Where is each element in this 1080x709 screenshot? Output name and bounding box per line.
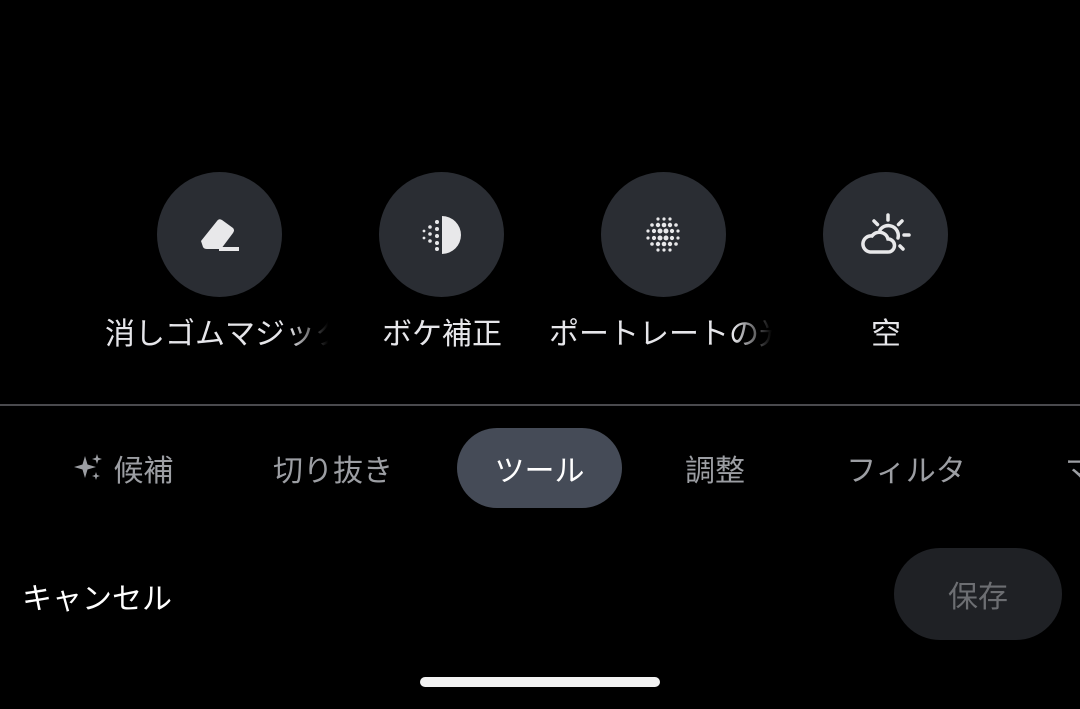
tab-adjust[interactable]: 調整 bbox=[670, 428, 760, 508]
tools-row: 消しゴムマジック ボケ補正 ポートレートの光 空 bbox=[0, 172, 1080, 362]
tab-label: フィルタ bbox=[846, 454, 966, 489]
tool-label: 消しゴムマジック bbox=[105, 317, 335, 352]
tab-label: マークアップ bbox=[1065, 446, 1080, 490]
eraser-icon bbox=[200, 218, 239, 251]
tool-label: ボケ補正 bbox=[382, 317, 502, 352]
tab-label: 調整 bbox=[685, 454, 745, 489]
tool-magic-eraser-button[interactable] bbox=[157, 172, 282, 297]
tool-portrait-light-button[interactable] bbox=[601, 172, 726, 297]
save-button[interactable]: 保存 bbox=[894, 548, 1062, 640]
dot-grid-icon bbox=[645, 216, 680, 252]
tool-label: 空 bbox=[871, 317, 901, 352]
tab-suggestions[interactable]: 候補 bbox=[60, 428, 185, 508]
divider bbox=[0, 404, 1080, 406]
home-indicator[interactable] bbox=[420, 677, 660, 687]
tab-markup[interactable]: マークアップ bbox=[1065, 428, 1080, 508]
tool-sky-button[interactable] bbox=[823, 172, 948, 297]
tab-tools[interactable]: ツール bbox=[457, 428, 622, 508]
tab-label: 候補 bbox=[113, 454, 174, 489]
tool-sky[interactable]: 空 bbox=[771, 172, 1001, 362]
tool-magic-eraser[interactable]: 消しゴムマジック bbox=[105, 172, 335, 362]
sun-cloud-icon bbox=[860, 212, 911, 254]
tab-label: 切り抜き bbox=[273, 454, 393, 489]
tab-filter[interactable]: フィルタ bbox=[832, 428, 980, 508]
tool-blur-correction[interactable]: ボケ補正 bbox=[327, 172, 557, 362]
tool-label: ポートレートの光 bbox=[549, 317, 779, 352]
half-dots-icon bbox=[422, 215, 461, 254]
tab-label: ツール bbox=[494, 454, 585, 489]
tool-portrait-light[interactable]: ポートレートの光 bbox=[549, 172, 779, 362]
sparkle-icon bbox=[72, 452, 104, 484]
tool-blur-correction-button[interactable] bbox=[379, 172, 504, 297]
editor-tabs: 候補 切り抜き ツール 調整 フィルタ マークアップ bbox=[0, 428, 1080, 508]
bottom-bar: キャンセル 保存 bbox=[0, 548, 1080, 640]
cancel-button[interactable]: キャンセル bbox=[22, 574, 172, 618]
tab-crop[interactable]: 切り抜き bbox=[262, 428, 404, 508]
photo-editor-screen: 消しゴムマジック ボケ補正 ポートレートの光 空 候補 切り抜き ツール 調整 … bbox=[0, 0, 1080, 709]
save-label: 保存 bbox=[948, 580, 1008, 615]
